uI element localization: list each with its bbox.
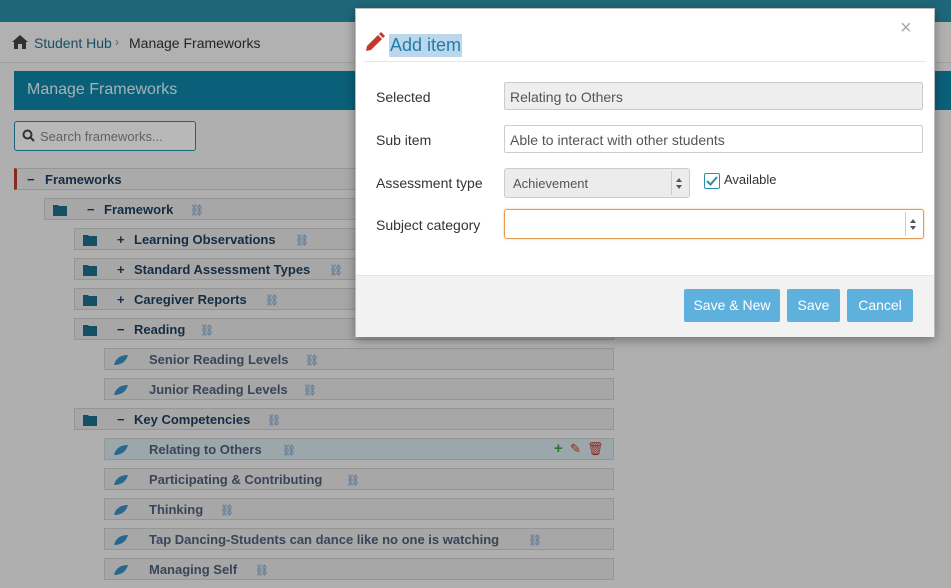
- add-item-modal: × Add item Selected Relating to Others S…: [355, 8, 935, 337]
- checkmark-icon: [706, 176, 718, 186]
- save-button[interactable]: Save: [787, 289, 840, 322]
- available-checkbox[interactable]: [704, 173, 720, 189]
- assessment-type-label: Assessment type: [376, 175, 483, 191]
- modal-footer: Save & New Save Cancel: [356, 275, 934, 337]
- close-icon[interactable]: ×: [900, 17, 912, 40]
- divider: [364, 61, 926, 62]
- modal-title: Add item: [389, 34, 463, 57]
- selected-label: Selected: [376, 89, 431, 105]
- selected-field: Relating to Others: [504, 82, 923, 110]
- assessment-type-value: Achievement: [513, 176, 589, 191]
- subject-category-label: Subject category: [376, 217, 481, 233]
- assessment-type-select[interactable]: Achievement: [504, 168, 690, 198]
- available-label[interactable]: Available: [724, 172, 777, 187]
- subject-category-select[interactable]: [504, 209, 924, 239]
- save-and-new-button[interactable]: Save & New: [684, 289, 780, 322]
- selected-value: Relating to Others: [510, 89, 623, 105]
- subitem-input[interactable]: Able to interact with other students: [504, 125, 923, 153]
- select-arrows-icon: [671, 171, 682, 195]
- pencil-icon: [366, 32, 385, 51]
- subitem-value: Able to interact with other students: [510, 132, 725, 148]
- subitem-label: Sub item: [376, 132, 432, 148]
- cancel-button[interactable]: Cancel: [847, 289, 913, 322]
- select-arrows-icon: [905, 212, 916, 236]
